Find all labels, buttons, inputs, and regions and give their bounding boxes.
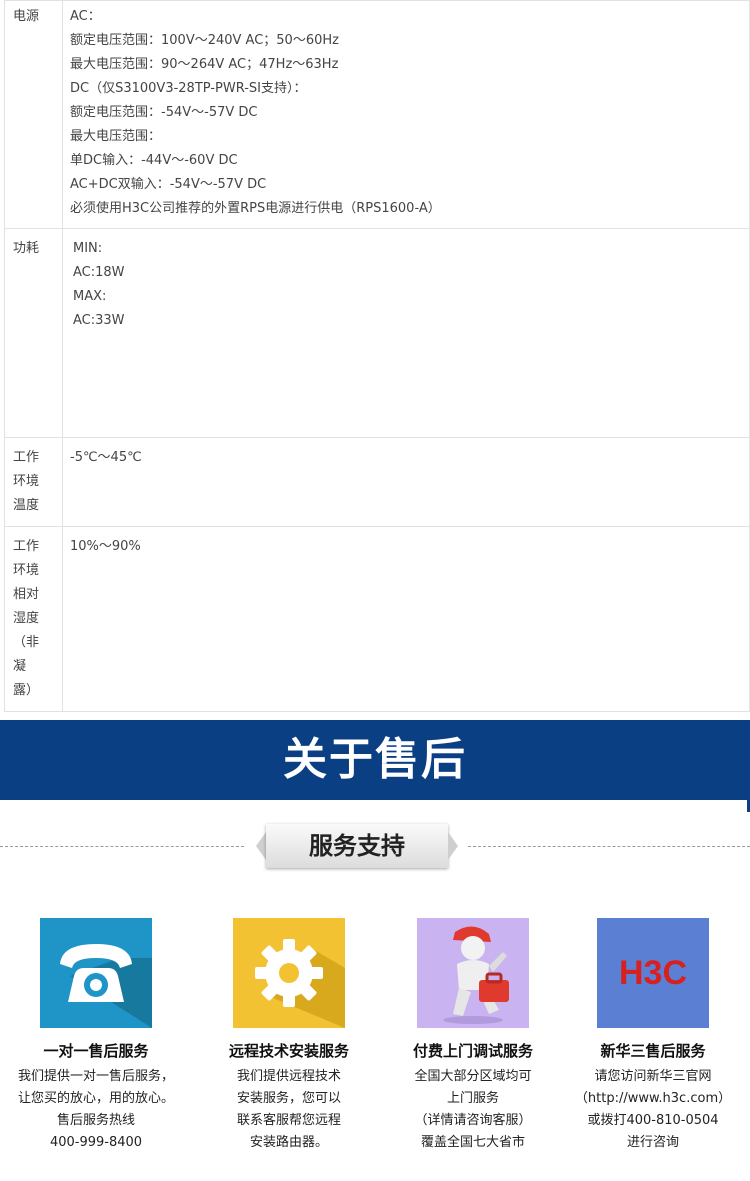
- value-line: MIN:: [73, 241, 103, 256]
- badge-left-chevron: [256, 832, 266, 860]
- after-sales-banner: 关于售后: [0, 720, 750, 800]
- spec-label-temperature: 工作 环境 温度: [4, 437, 63, 527]
- spec-row-power: 电源 AC： 额定电压范围：100V～240V AC；50～60Hz 最大电压范…: [4, 0, 750, 229]
- card-description: 我们提供一对一售后服务， 让您买的放心，用的放心。 售后服务热线 400-999…: [6, 1066, 186, 1154]
- h3c-logo-icon: H3C: [597, 918, 709, 1028]
- value-line: DC（仅S3100V3-28TP-PWR-SI支持）：: [70, 81, 307, 96]
- label-line: 相对: [13, 587, 40, 602]
- label-line: 环境: [13, 563, 40, 578]
- label-line: 露）: [13, 683, 40, 698]
- spec-label-power: 电源: [4, 0, 63, 229]
- card-line: 或拨打400-810-0504: [587, 1113, 719, 1128]
- value-line: 必须使用H3C公司推荐的外置RPS电源进行供电（RPS1600-A）: [70, 201, 441, 216]
- spec-row-temperature: 工作 环境 温度 -5℃～45℃: [4, 437, 750, 527]
- card-line: 让您买的放心，用的放心。: [17, 1091, 174, 1106]
- spec-value-temperature: -5℃～45℃: [62, 437, 750, 527]
- label-line: 温度: [13, 498, 40, 513]
- spec-value-power-consumption: MIN: AC:18W MAX: AC:33W: [62, 228, 750, 438]
- h3c-logo-text: H3C: [619, 954, 687, 992]
- service-card-on-site: 付费上门调试服务 全国大部分区域均可 上门服务 （详情请咨询客服） 覆盖全国七大…: [383, 918, 563, 1154]
- spec-table: 电源 AC： 额定电压范围：100V～240V AC；50～60Hz 最大电压范…: [4, 0, 750, 712]
- value-line: MAX:: [73, 289, 107, 304]
- card-title: 远程技术安装服务: [228, 1042, 349, 1060]
- card-line: 请您访问新华三官网: [594, 1069, 712, 1084]
- spec-row-humidity: 工作 环境 相对 湿度 （非 凝 露） 10%～90%: [4, 526, 750, 712]
- card-line: 上门服务: [446, 1091, 499, 1106]
- card-line: 安装路由器。: [249, 1135, 328, 1150]
- label-line: 工作: [13, 450, 40, 465]
- value-line: 额定电压范围：100V～240V AC；50～60Hz: [70, 33, 339, 48]
- card-description: 全国大部分区域均可 上门服务 （详情请咨询客服） 覆盖全国七大省市: [383, 1066, 563, 1154]
- service-card-h3c: H3C 新华三售后服务 请您访问新华三官网 （http://www.h3c.co…: [563, 918, 743, 1154]
- label-line: 湿度: [13, 611, 40, 626]
- card-line: 联系客服帮您远程: [236, 1113, 341, 1128]
- card-line: 安装服务，您可以: [236, 1091, 341, 1106]
- label-line: 凝: [13, 659, 27, 674]
- card-line: 售后服务热线: [56, 1113, 135, 1128]
- card-line: 400-999-8400: [49, 1135, 143, 1150]
- value-line: AC：: [70, 9, 101, 24]
- value-line: 单DC输入：-44V～-60V DC: [70, 153, 238, 168]
- section-title: 服务支持: [309, 832, 405, 860]
- card-line: 全国大部分区域均可: [414, 1069, 532, 1084]
- gear-icon: [233, 918, 345, 1028]
- value-line: 最大电压范围：90～264V AC；47Hz～63Hz: [70, 57, 339, 72]
- repairman-icon: [417, 918, 529, 1028]
- badge-right-chevron: [448, 832, 458, 860]
- label-line: 电源: [13, 9, 40, 24]
- value-line: 额定电压范围：-54V～-57V DC: [70, 105, 258, 120]
- card-line: 我们提供一对一售后服务，: [17, 1069, 174, 1084]
- service-support-header: 服务支持: [0, 822, 750, 870]
- value-line: 最大电压范围：: [70, 129, 162, 144]
- card-title: 付费上门调试服务: [412, 1042, 533, 1060]
- telephone-icon: [40, 918, 152, 1028]
- service-card-one-to-one: 一对一售后服务 我们提供一对一售后服务， 让您买的放心，用的放心。 售后服务热线…: [6, 918, 186, 1154]
- value-line: -5℃～45℃: [70, 450, 142, 465]
- spec-label-power-consumption: 功耗: [4, 228, 63, 438]
- value-line: 10%～90%: [70, 539, 141, 554]
- card-title: 一对一售后服务: [43, 1042, 149, 1060]
- label-line: 环境: [13, 474, 40, 489]
- label-line: 工作: [13, 539, 40, 554]
- spec-row-power-consumption: 功耗 MIN: AC:18W MAX: AC:33W: [4, 228, 750, 438]
- spec-value-power: AC： 额定电压范围：100V～240V AC；50～60Hz 最大电压范围：9…: [62, 0, 750, 229]
- card-line: 我们提供远程技术: [236, 1069, 341, 1084]
- card-description: 我们提供远程技术 安装服务，您可以 联系客服帮您远程 安装路由器。: [199, 1066, 379, 1154]
- card-description: 请您访问新华三官网 （http://www.h3c.com） 或拨打400-81…: [563, 1066, 743, 1154]
- label-line: （非: [13, 635, 40, 650]
- spec-value-humidity: 10%～90%: [62, 526, 750, 712]
- label-line: 功耗: [13, 241, 40, 256]
- card-line: （http://www.h3c.com）: [574, 1091, 732, 1106]
- card-line: （详情请咨询客服）: [414, 1113, 532, 1128]
- service-card-remote-install: 远程技术安装服务 我们提供远程技术 安装服务，您可以 联系客服帮您远程 安装路由…: [199, 918, 379, 1154]
- value-line: AC+DC双输入：-54V～-57V DC: [70, 177, 267, 192]
- dashed-divider-left: [0, 846, 244, 847]
- card-line: 覆盖全国七大省市: [420, 1135, 525, 1150]
- spec-label-humidity: 工作 环境 相对 湿度 （非 凝 露）: [4, 526, 63, 712]
- section-title-badge: 服务支持: [256, 824, 458, 868]
- banner-title: 关于售后: [283, 734, 467, 785]
- card-line: 进行咨询: [626, 1135, 679, 1150]
- dashed-divider-right: [468, 846, 750, 847]
- value-line: AC:18W: [73, 265, 125, 280]
- value-line: AC:33W: [73, 313, 125, 328]
- card-title: 新华三售后服务: [600, 1042, 706, 1060]
